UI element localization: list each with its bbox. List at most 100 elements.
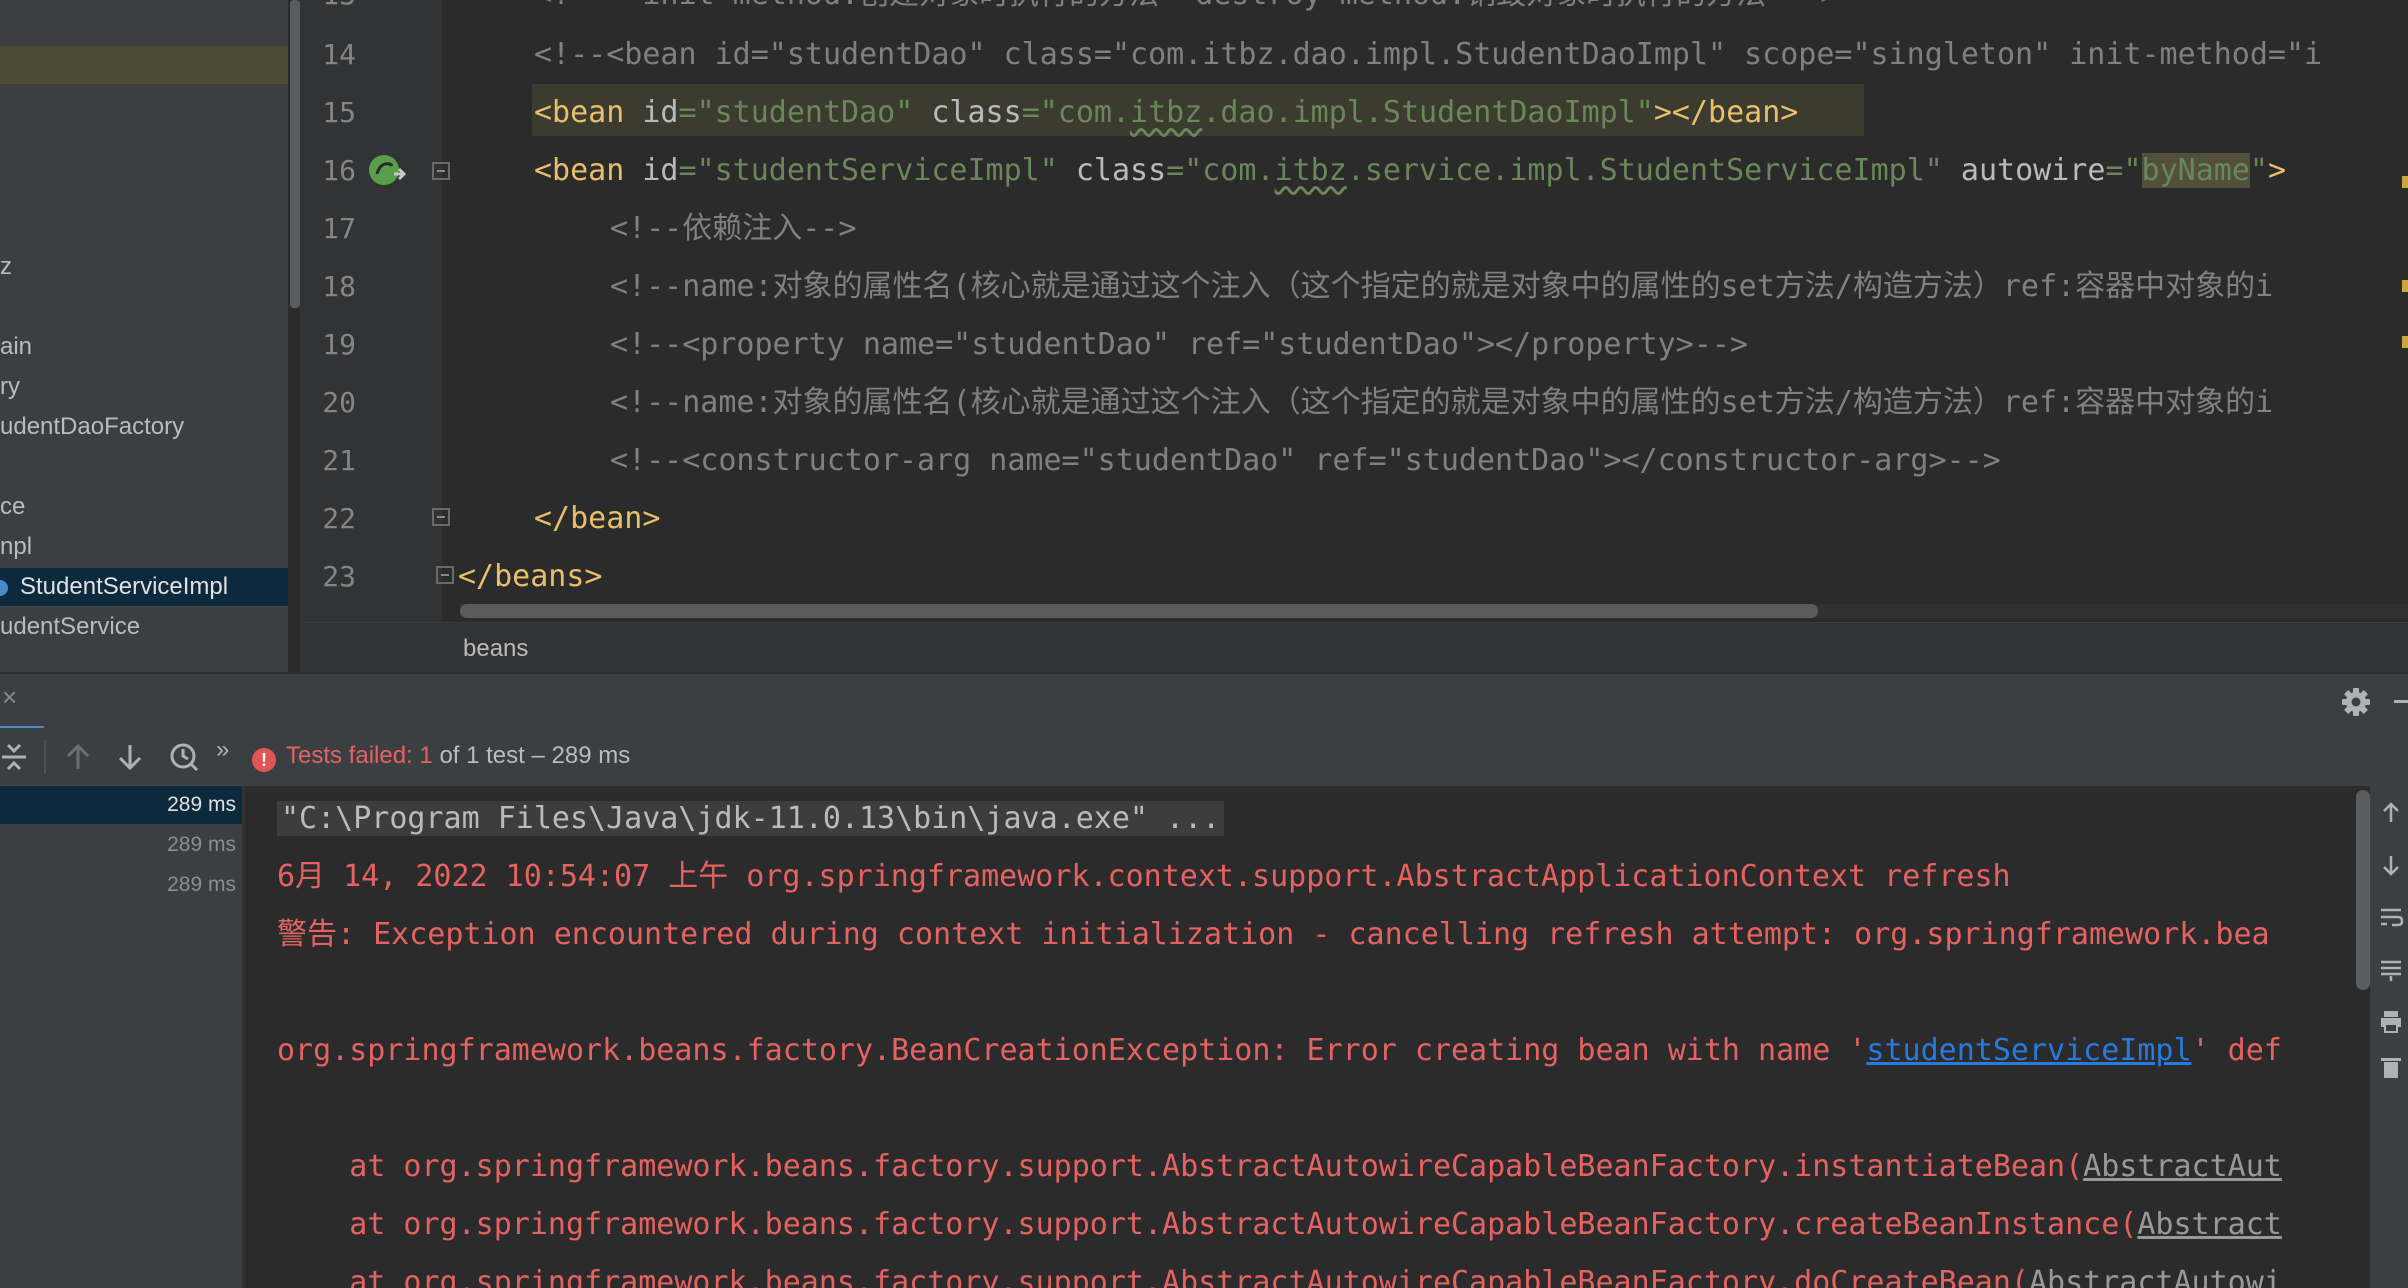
line-number: 13 [308, 0, 356, 24]
tree-item-selected[interactable]: StudentServiceImpl [0, 568, 288, 606]
scroll-up-icon[interactable] [2378, 800, 2404, 826]
attr-autowire: autowire [1960, 153, 2106, 188]
toolbar-separator [44, 740, 46, 774]
scroll-down-icon[interactable] [2378, 852, 2404, 878]
tag-close: ></bean> [1653, 95, 1799, 130]
bean-name-link[interactable]: studentServiceImpl [1866, 1033, 2191, 1068]
console-line: 警告: Exception encountered during context… [277, 917, 2270, 952]
line-number: 18 [322, 270, 356, 303]
value-autowire-highlighted: byName [2141, 153, 2250, 188]
eq: = [678, 95, 697, 130]
bean-navigation-icon[interactable] [368, 152, 408, 188]
source-link[interactable]: Abstract [2137, 1207, 2282, 1242]
stack-trace-line: at org.springframework.beans.factory.sup… [277, 1138, 2282, 1196]
failed-count: 1 [419, 742, 433, 769]
code-line-13: <!-- init-method:创建对象时执行的方法 destroy-meth… [534, 0, 1838, 24]
source-link[interactable]: AbstractAutowi [2029, 1265, 2282, 1288]
tag-open: <bean [534, 153, 625, 188]
code-line-18: <!--name:对象的属性名(核心就是通过这个注入（这个指定的就是对象中的属性… [610, 269, 2274, 304]
code-line-17: <!--依赖注入--> [610, 211, 857, 246]
value-class-post: .dao.impl.StudentDaoImpl" [1202, 95, 1654, 130]
tests-failed-label: Tests failed: [286, 742, 413, 769]
quote: " [2123, 153, 2142, 188]
horizontal-scrollbar[interactable] [460, 604, 1818, 618]
tree-item[interactable]: z [0, 248, 12, 286]
next-failed-test-icon[interactable] [112, 739, 148, 775]
code-line-16: <bean id="studentServiceImpl" class="com… [534, 142, 2286, 200]
close-tab-icon[interactable]: × [2, 682, 17, 713]
console-line: "C:\Program Files\Java\jdk-11.0.13\bin\j… [277, 790, 1225, 848]
tree-item[interactable]: ce [0, 488, 25, 526]
error-stripe-markers[interactable] [2402, 176, 2408, 356]
fold-toggle-icon[interactable] [436, 566, 454, 584]
code-line-15: <bean id="studentDao" class="com.itbz.da… [534, 84, 1798, 142]
tree-item[interactable]: udentDaoFactory [0, 408, 184, 446]
console-side-toolbar [2370, 786, 2408, 1288]
console-line: org.springframework.beans.factory.BeanCr… [277, 1022, 2282, 1080]
test-row[interactable]: 289 ms [0, 866, 242, 904]
attr-id: id [642, 153, 679, 188]
fold-toggle-icon[interactable] [432, 162, 450, 180]
breadcrumb[interactable]: beans [463, 635, 528, 663]
more-actions-icon[interactable]: » [216, 736, 252, 772]
code-line-23: </beans> [458, 559, 603, 594]
tree-item[interactable]: udentService [0, 608, 140, 646]
value-id: "studentServiceImpl" [696, 153, 1058, 188]
test-history-icon[interactable] [166, 739, 202, 775]
tree-item-label: ry [0, 373, 20, 400]
attr-class: class [931, 95, 1022, 130]
test-status-summary: ! Tests failed: 1 of 1 test – 289 ms [252, 742, 630, 772]
eq: = [1021, 95, 1040, 130]
test-row[interactable]: 289 ms [0, 826, 242, 864]
tag-close: > [2267, 153, 2287, 188]
console-text: at org.springframework.beans.factory.sup… [277, 1265, 2029, 1288]
tree-item-label: z [0, 253, 12, 280]
line-number: 15 [322, 96, 356, 129]
line-number: 17 [322, 212, 356, 245]
clear-all-icon[interactable] [2378, 1054, 2404, 1080]
fold-toggle-icon[interactable] [432, 508, 450, 526]
stack-trace-line: at org.springframework.beans.factory.sup… [277, 1254, 2282, 1288]
tree-item-label: udentDaoFactory [0, 413, 185, 440]
value-class-pre: "com. [1039, 95, 1131, 130]
test-summary-rest: of 1 test – 289 ms [439, 742, 631, 769]
collapse-all-icon[interactable] [0, 739, 36, 775]
tree-item[interactable]: npl [0, 528, 32, 566]
test-results-tree: 289 ms 289 ms 289 ms [0, 786, 242, 1288]
code-line-19: <!--<property name="studentDao" ref="stu… [610, 327, 1748, 362]
breadcrumb-bar: beans [300, 622, 2408, 673]
panel-divider[interactable] [300, 0, 308, 672]
class-icon [0, 580, 8, 596]
line-number: 16 [322, 154, 356, 187]
source-link[interactable]: AbstractAut [2083, 1149, 2282, 1184]
tree-item-label: udentService [0, 613, 141, 640]
console-scrollbar[interactable] [2356, 790, 2370, 990]
scroll-to-end-icon[interactable] [2378, 956, 2404, 982]
test-row[interactable]: 289 ms [0, 786, 242, 824]
stack-trace-line: at org.springframework.beans.factory.sup… [277, 1196, 2282, 1254]
print-icon[interactable] [2378, 1008, 2404, 1034]
console-text: at org.springframework.beans.factory.sup… [277, 1149, 2084, 1184]
minimize-icon[interactable] [2394, 700, 2408, 703]
tree-item[interactable]: ry [0, 368, 20, 406]
soft-wrap-icon[interactable] [2378, 904, 2404, 930]
console-command[interactable]: "C:\Program Files\Java\jdk-11.0.13\bin\j… [277, 801, 1225, 836]
gear-icon[interactable] [2338, 684, 2374, 720]
run-panel-header: × [0, 672, 2408, 730]
test-duration: 289 ms [167, 873, 236, 896]
tree-item-label: ain [0, 333, 33, 360]
console-text: ' def [2191, 1033, 2282, 1068]
console-line: 6月 14, 2022 10:54:07 上午 org.springframew… [277, 859, 2011, 894]
line-number: 19 [322, 328, 356, 361]
line-number: 20 [322, 386, 356, 419]
tag-open: <bean [534, 95, 625, 130]
line-number: 21 [322, 444, 356, 477]
code-editor[interactable]: 13 14 15 16 17 18 19 20 21 22 23 <!-- in… [308, 0, 2408, 622]
error-icon: ! [252, 748, 276, 772]
tree-item[interactable]: ain [0, 328, 32, 366]
console-output[interactable]: "C:\Program Files\Java\jdk-11.0.13\bin\j… [245, 786, 2361, 1288]
previous-failed-test-icon[interactable] [60, 739, 96, 775]
tree-scrollbar[interactable] [290, 0, 300, 308]
attr-class: class [1075, 153, 1167, 188]
tree-item-label: StudentServiceImpl [20, 573, 229, 600]
